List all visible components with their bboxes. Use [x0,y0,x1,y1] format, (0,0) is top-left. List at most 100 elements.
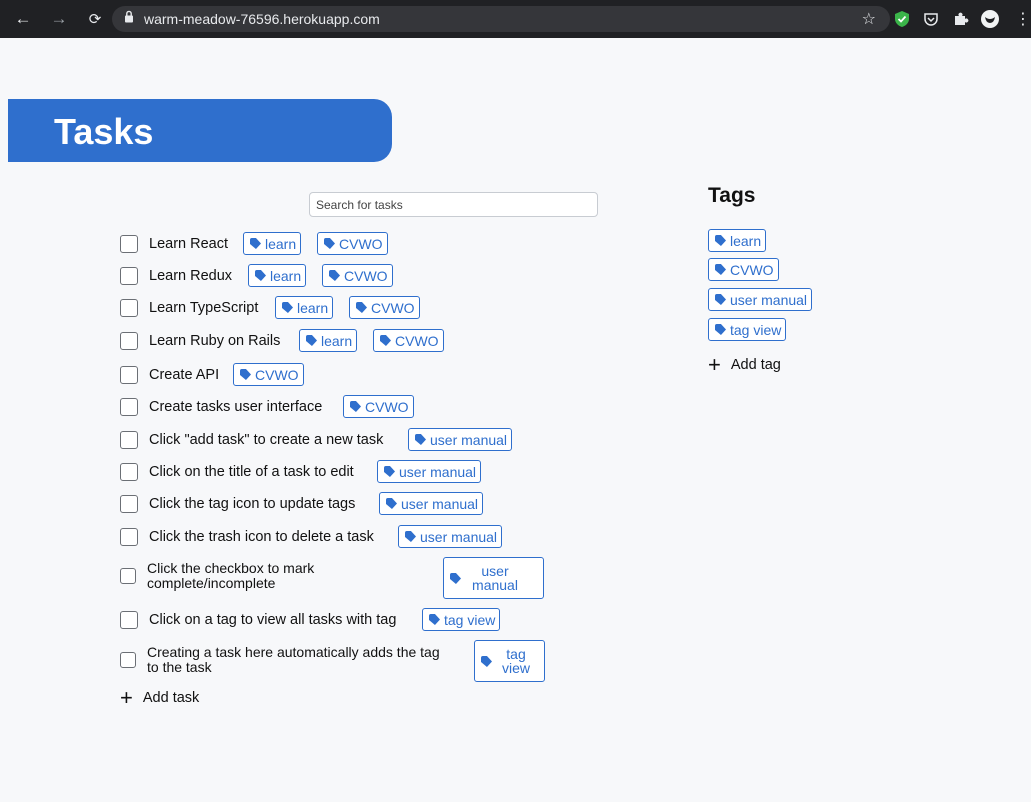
task-tag[interactable]: tag view [474,640,545,682]
task-row: Click on the title of a task to edit [120,463,354,481]
task-checkbox[interactable] [120,398,138,416]
browser-menu-icon[interactable]: ⋮ [1015,9,1031,29]
task-row: Click the tag icon to update tags [120,495,355,513]
back-icon[interactable]: ← [12,9,34,29]
shield-extension-icon[interactable] [893,10,911,28]
puzzle-extensions-icon[interactable] [952,10,970,28]
task-tag[interactable]: CVWO [349,296,420,319]
task-title[interactable]: Create API [149,367,219,383]
search-input[interactable] [309,192,598,217]
tag-label: user manual [399,463,477,480]
url-text: warm-meadow-76596.herokuapp.com [144,11,380,27]
task-row: Learn TypeScript [120,299,258,317]
task-checkbox[interactable] [120,611,138,629]
task-tag[interactable]: learn [243,232,302,255]
task-tag[interactable]: CVWO [233,363,304,386]
tag-label: user manual [430,431,508,448]
tag-icon [715,324,726,335]
task-checkbox[interactable] [120,431,138,449]
task-checkbox[interactable] [120,299,138,317]
task-checkbox[interactable] [120,652,136,668]
add-task-button[interactable]: + Add task [120,687,200,709]
task-checkbox[interactable] [120,495,138,513]
task-row: Create tasks user interface [120,398,322,416]
task-tag[interactable]: CVWO [317,232,388,255]
forward-icon[interactable]: → [48,9,70,29]
lock-icon [125,10,133,23]
task-tag[interactable]: learn [299,329,358,352]
sidebar-tag[interactable]: CVWO [708,258,779,281]
tag-icon [450,572,461,584]
task-tag[interactable]: tag view [422,608,501,631]
task-tag[interactable]: CVWO [322,264,393,287]
sidebar-tag[interactable]: learn [708,229,767,252]
task-title[interactable]: Learn Ruby on Rails [149,333,280,349]
add-tag-label: Add tag [730,357,781,373]
task-title[interactable]: Click on a tag to view all tasks with ta… [149,612,396,628]
task-checkbox[interactable] [120,366,138,384]
task-title[interactable]: Learn React [149,236,228,252]
reload-icon[interactable]: ⟳ [84,10,106,28]
task-tag[interactable]: learn [248,264,307,287]
tag-label: CVWO [395,332,439,349]
task-checkbox[interactable] [120,332,138,350]
task-title[interactable]: Click "add task" to create a new task [149,432,383,448]
task-title[interactable]: Click the checkbox to mark complete/inco… [147,561,357,591]
task-tag[interactable]: user manual [398,525,503,548]
task-tag[interactable]: user manual [377,460,482,483]
task-row: Learn React [120,235,228,253]
add-task-label: Add task [142,690,200,706]
task-tag[interactable]: learn [275,296,334,319]
bookmark-star-icon[interactable]: ☆ [862,9,876,29]
task-row: Click on a tag to view all tasks with ta… [120,611,396,629]
tag-icon [384,466,395,477]
sidebar-tag[interactable]: tag view [708,318,787,341]
tag-label: learn [270,267,302,284]
task-tag[interactable]: user manual [408,428,513,451]
tag-icon [405,531,416,542]
tag-icon [415,434,426,445]
tag-icon [715,235,726,246]
sidebar-tag[interactable]: user manual [708,288,813,311]
task-title[interactable]: Click the tag icon to update tags [149,496,355,512]
task-title[interactable]: Click the trash icon to delete a task [149,529,374,545]
task-row: Click the checkbox to mark complete/inco… [120,561,357,591]
tag-icon [429,614,440,625]
task-title[interactable]: Learn Redux [149,268,232,284]
tag-icon [306,335,317,346]
task-tag[interactable]: user manual [443,557,544,599]
task-title[interactable]: Create tasks user interface [149,399,322,415]
tag-icon [282,302,293,313]
profile-avatar-icon[interactable] [981,10,999,28]
task-tag[interactable]: user manual [379,492,484,515]
pocket-extension-icon[interactable] [922,10,940,28]
add-tag-button[interactable]: + Add tag [708,354,781,376]
tag-icon [324,238,335,249]
tag-icon [380,335,391,346]
address-bar[interactable]: warm-meadow-76596.herokuapp.com ☆ [112,6,890,32]
task-row: Learn Redux [120,267,232,285]
tag-label: learn [730,232,762,249]
tag-label: CVWO [344,267,388,284]
tag-icon [356,302,367,313]
task-row: Creating a task here automatically adds … [120,645,452,675]
task-checkbox[interactable] [120,267,138,285]
tags-heading: Tags [708,184,756,207]
tag-icon [481,655,492,667]
task-title[interactable]: Creating a task here automatically adds … [147,645,452,675]
task-tag[interactable]: CVWO [373,329,444,352]
tag-label: tag view [444,611,496,628]
task-checkbox[interactable] [120,528,138,546]
task-checkbox[interactable] [120,235,138,253]
task-title[interactable]: Learn TypeScript [149,300,258,316]
task-checkbox[interactable] [120,568,136,584]
task-row: Learn Ruby on Rails [120,332,280,350]
tag-label: CVWO [255,366,299,383]
task-checkbox[interactable] [120,463,138,481]
task-tag[interactable]: CVWO [343,395,414,418]
task-title[interactable]: Click on the title of a task to edit [149,464,354,480]
tag-label: tag view [730,321,782,338]
tag-label: CVWO [371,299,415,316]
tag-icon [329,270,340,281]
tag-icon [255,270,266,281]
